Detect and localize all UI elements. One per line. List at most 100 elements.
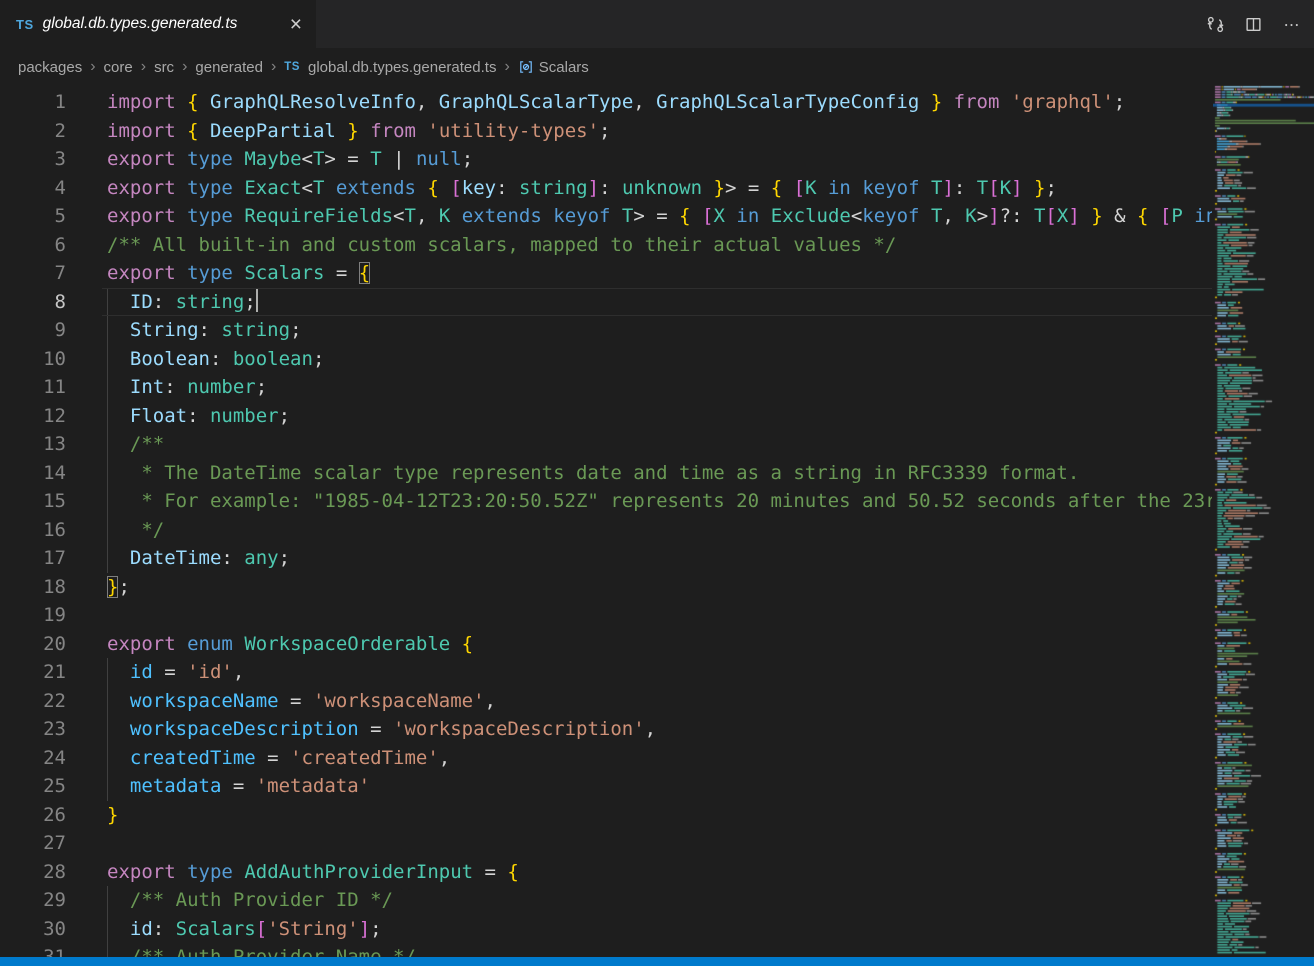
- line-number: 3: [0, 145, 66, 174]
- code-token: [176, 861, 187, 883]
- code-token: X: [1057, 205, 1068, 227]
- code-token: [176, 205, 187, 227]
- code-line[interactable]: 6/** All built-in and custom scalars, ma…: [0, 231, 1212, 260]
- code-token: [199, 91, 210, 113]
- code-token: X: [714, 205, 725, 227]
- code-editor[interactable]: 1import { GraphQLResolveInfo, GraphQLSca…: [0, 86, 1212, 966]
- code-token: [324, 177, 335, 199]
- code-line[interactable]: 16 */: [0, 516, 1212, 545]
- code-line[interactable]: 15 * For example: "1985-04-12T23:20:50.5…: [0, 487, 1212, 516]
- status-bar[interactable]: [0, 957, 1314, 966]
- code-token: any: [244, 547, 278, 569]
- code-line[interactable]: 8 ID: string;: [0, 288, 1212, 317]
- breadcrumb-symbol-label: Scalars: [539, 59, 589, 76]
- line-number: 5: [0, 202, 66, 231]
- breadcrumb-item-packages[interactable]: packages: [18, 59, 82, 76]
- split-editor-icon[interactable]: [1244, 15, 1262, 33]
- code-line[interactable]: 29 /** Auth Provider ID */: [0, 886, 1212, 915]
- code-token: [107, 376, 130, 398]
- breadcrumb-item-src[interactable]: src: [154, 59, 174, 76]
- code-token: ;: [462, 148, 473, 170]
- code-token: [359, 120, 370, 142]
- code-token: :: [210, 348, 233, 370]
- code-token: T: [931, 177, 942, 199]
- code-token: <: [393, 205, 404, 227]
- code-token: [920, 177, 931, 199]
- code-token: export: [107, 262, 176, 284]
- code-line[interactable]: 1import { GraphQLResolveInfo, GraphQLSca…: [0, 88, 1212, 117]
- code-token: ;: [290, 319, 301, 341]
- code-line[interactable]: 26}: [0, 801, 1212, 830]
- code-token: keyof: [553, 205, 610, 227]
- compare-changes-icon[interactable]: [1206, 15, 1224, 33]
- code-token: id: [130, 661, 153, 683]
- code-text: ID: string;: [107, 288, 258, 317]
- code-token: metadata: [130, 775, 222, 797]
- code-token: [942, 91, 953, 113]
- code-line[interactable]: 5export type RequireFields<T, K extends …: [0, 202, 1212, 231]
- code-token: > =: [633, 205, 679, 227]
- code-text: * The DateTime scalar type represents da…: [107, 459, 1079, 488]
- code-line[interactable]: 13 /**: [0, 430, 1212, 459]
- code-line[interactable]: 22 workspaceName = 'workspaceName',: [0, 687, 1212, 716]
- code-line[interactable]: 24 createdTime = 'createdTime',: [0, 744, 1212, 773]
- code-text: /**: [107, 430, 164, 459]
- code-token: String: [130, 319, 199, 341]
- code-token: K: [805, 177, 816, 199]
- code-token: string: [519, 177, 588, 199]
- code-line[interactable]: 19: [0, 601, 1212, 630]
- code-token: 'graphql': [1011, 91, 1114, 113]
- breadcrumb-item-core[interactable]: core: [104, 59, 133, 76]
- code-line[interactable]: 21 id = 'id',: [0, 658, 1212, 687]
- code-line[interactable]: 2import { DeepPartial } from 'utility-ty…: [0, 117, 1212, 146]
- code-token: [919, 205, 930, 227]
- code-line[interactable]: 18};: [0, 573, 1212, 602]
- code-token: type: [187, 861, 233, 883]
- code-line[interactable]: 3export type Maybe<T> = T | null;: [0, 145, 1212, 174]
- code-line[interactable]: 7export type Scalars = {: [0, 259, 1212, 288]
- more-actions-icon[interactable]: [1282, 15, 1300, 33]
- code-token: string: [176, 291, 245, 313]
- code-token: workspaceDescription: [130, 718, 359, 740]
- code-token: export: [107, 148, 176, 170]
- code-token: RequireFields: [244, 205, 393, 227]
- code-token: [176, 262, 187, 284]
- code-text: }: [107, 801, 118, 830]
- code-token: }: [1091, 205, 1102, 227]
- code-token: [107, 889, 130, 911]
- code-line[interactable]: 11 Int: number;: [0, 373, 1212, 402]
- code-token: export: [107, 633, 176, 655]
- tab-global-db-types[interactable]: TS global.db.types.generated.ts ×: [0, 0, 316, 48]
- code-token: [176, 148, 187, 170]
- code-token: :: [187, 405, 210, 427]
- code-token: [336, 120, 347, 142]
- code-line[interactable]: 9 String: string;: [0, 316, 1212, 345]
- code-line[interactable]: 20export enum WorkspaceOrderable {: [0, 630, 1212, 659]
- breadcrumb-file-name: global.db.types.generated.ts: [308, 59, 496, 76]
- close-tab-icon[interactable]: ×: [286, 14, 306, 35]
- code-token: boolean: [233, 348, 313, 370]
- code-line[interactable]: 14 * The DateTime scalar type represents…: [0, 459, 1212, 488]
- code-token: <: [851, 205, 862, 227]
- code-line[interactable]: 17 DateTime: any;: [0, 544, 1212, 573]
- code-line[interactable]: 4export type Exact<T extends { [key: str…: [0, 174, 1212, 203]
- breadcrumb-item-generated[interactable]: generated: [195, 59, 263, 76]
- code-line[interactable]: 12 Float: number;: [0, 402, 1212, 431]
- minimap[interactable]: [1213, 85, 1314, 957]
- code-line[interactable]: 10 Boolean: boolean;: [0, 345, 1212, 374]
- code-line[interactable]: 23 workspaceDescription = 'workspaceDesc…: [0, 715, 1212, 744]
- code-token: T: [370, 148, 381, 170]
- code-line[interactable]: 28export type AddAuthProviderInput = {: [0, 858, 1212, 887]
- breadcrumb-file[interactable]: TS global.db.types.generated.ts: [284, 59, 496, 76]
- code-token: =: [221, 775, 255, 797]
- code-line[interactable]: 27: [0, 829, 1212, 858]
- code-line[interactable]: 25 metadata = 'metadata': [0, 772, 1212, 801]
- code-token: [: [988, 177, 999, 199]
- code-token: ]: [988, 205, 999, 227]
- code-token: T: [313, 148, 324, 170]
- line-number: 26: [0, 801, 66, 830]
- breadcrumb-symbol[interactable]: Scalars: [518, 59, 589, 76]
- code-token: type: [187, 205, 233, 227]
- code-line[interactable]: 30 id: Scalars['String'];: [0, 915, 1212, 944]
- code-token: [759, 205, 770, 227]
